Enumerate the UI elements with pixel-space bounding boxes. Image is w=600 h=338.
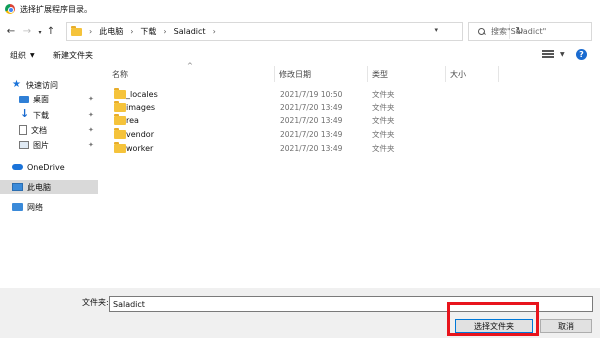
column-header-modified[interactable]: 修改日期 [279,66,311,82]
sidebar-item-label: 文档 [31,125,47,135]
computer-icon [12,183,23,191]
sidebar-item-documents[interactable]: 文档 ✦ [19,123,119,137]
network-icon [12,203,23,211]
pin-icon[interactable]: ✦ [88,126,94,134]
sidebar-item-onedrive[interactable]: OneDrive [12,160,112,174]
search-icon [478,27,485,36]
sidebar-item-downloads[interactable]: 下载 ✦ [19,107,119,122]
column-header-name[interactable]: 名称 [112,66,128,82]
table-row[interactable]: worker 2021/7/20 13:49 文件夹 [110,142,460,155]
help-icon[interactable]: ? [576,49,587,60]
sidebar-item-network[interactable]: 网络 [12,200,112,214]
breadcrumb-downloads[interactable]: 下载 [140,26,156,37]
file-name: rea [126,116,139,125]
folder-icon [114,88,126,99]
folder-icon [114,101,126,112]
chrome-icon [5,4,15,14]
sidebar-item-label: 桌面 [33,94,49,104]
cloud-icon [12,164,23,170]
sidebar-item-label: 下载 [33,110,49,120]
file-name: vendor [126,130,154,139]
folder-icon [114,128,126,139]
breadcrumb-saladict[interactable]: Saladict [174,27,206,36]
folder-label: 文件夹: [82,298,109,307]
chevron-right-icon[interactable]: › [213,27,216,36]
file-modified: 2021/7/20 13:49 [280,130,343,139]
sidebar-item-label: 图片 [33,140,49,150]
sidebar-item-label: OneDrive [27,162,65,172]
file-name: worker [126,144,154,153]
window-title: 选择扩展程序目录。 [20,4,92,14]
highlight-annotation [447,302,539,336]
folder-icon [114,114,126,125]
view-options-icon[interactable] [542,50,554,60]
sidebar-item-label: 快速访问 [26,80,58,90]
file-type: 文件夹 [372,103,395,112]
address-bar[interactable]: › 此电脑 › 下载 › Saladict › ▾ ↻ [66,22,524,41]
column-divider[interactable] [498,66,499,82]
back-arrow-icon[interactable]: ← [4,24,18,38]
new-folder-button[interactable]: 新建文件夹 [53,50,93,61]
organize-button[interactable]: 组织 ▼ [10,50,35,61]
file-type: 文件夹 [372,144,395,153]
file-type: 文件夹 [372,116,395,125]
up-arrow-icon[interactable]: ↑ [44,24,58,38]
toolbar: 组织 ▼ 新建文件夹 ▼ ? [0,45,600,65]
desktop-icon [19,95,29,103]
address-row: ← → ▾ ↑ › 此电脑 › 下载 › Saladict › ▾ ↻ [0,18,600,44]
cancel-button[interactable]: 取消 [540,319,592,333]
table-row[interactable]: rea 2021/7/20 13:49 文件夹 [110,114,460,127]
table-row[interactable]: vendor 2021/7/20 13:49 文件夹 [110,128,460,141]
sidebar-item-this-pc[interactable]: 此电脑 [0,180,98,194]
column-divider[interactable] [367,66,368,82]
pin-icon[interactable]: ✦ [88,141,94,149]
folder-icon [71,25,82,36]
table-row[interactable]: _locales 2021/7/19 10:50 文件夹 [110,88,460,101]
folder-icon [114,142,126,153]
sidebar-item-label: 网络 [27,202,43,212]
chevron-down-icon: ▼ [30,52,35,59]
file-modified: 2021/7/19 10:50 [280,90,343,99]
chevron-right-icon[interactable]: › [89,27,92,36]
table-row[interactable]: images 2021/7/20 13:49 文件夹 [110,101,460,114]
picture-icon [19,141,29,149]
sidebar-item-desktop[interactable]: 桌面 ✦ [19,92,119,106]
column-header-type[interactable]: 类型 [372,66,388,82]
file-type: 文件夹 [372,130,395,139]
file-type: 文件夹 [372,90,395,99]
chevron-right-icon[interactable]: › [130,27,133,36]
column-divider[interactable] [445,66,446,82]
star-icon: ★ [12,79,21,90]
chevron-right-icon[interactable]: › [163,27,166,36]
document-icon [19,125,27,135]
sidebar-item-quick-access[interactable]: ★ 快速访问 [12,78,112,92]
navigation-pane[interactable]: ★ 快速访问 桌面 ✦ 下载 ✦ 文档 ✦ 图片 ✦ OneDrive 此电脑 … [0,66,102,288]
breadcrumb-this-pc[interactable]: 此电脑 [99,26,123,37]
forward-arrow-icon[interactable]: → [20,24,34,38]
file-name: images [126,103,156,112]
sidebar-item-pictures[interactable]: 图片 ✦ [19,138,119,152]
column-header-size[interactable]: 大小 [450,66,466,82]
column-divider[interactable] [274,66,275,82]
download-icon [19,107,29,120]
title-bar: 选择扩展程序目录。 [0,0,600,18]
file-modified: 2021/7/20 13:49 [280,144,343,153]
search-box[interactable] [468,22,592,41]
sort-ascending-icon: ^ [187,62,193,70]
pin-icon[interactable]: ✦ [88,111,94,119]
organize-label: 组织 [10,51,26,60]
file-name: _locales [126,90,158,99]
sidebar-item-label: 此电脑 [27,182,51,192]
file-modified: 2021/7/20 13:49 [280,103,343,112]
pin-icon[interactable]: ✦ [88,95,94,103]
search-input[interactable] [491,27,591,36]
file-modified: 2021/7/20 13:49 [280,116,343,125]
chevron-down-icon[interactable]: ▼ [560,51,565,58]
address-dropdown-icon[interactable]: ▾ [434,26,438,34]
